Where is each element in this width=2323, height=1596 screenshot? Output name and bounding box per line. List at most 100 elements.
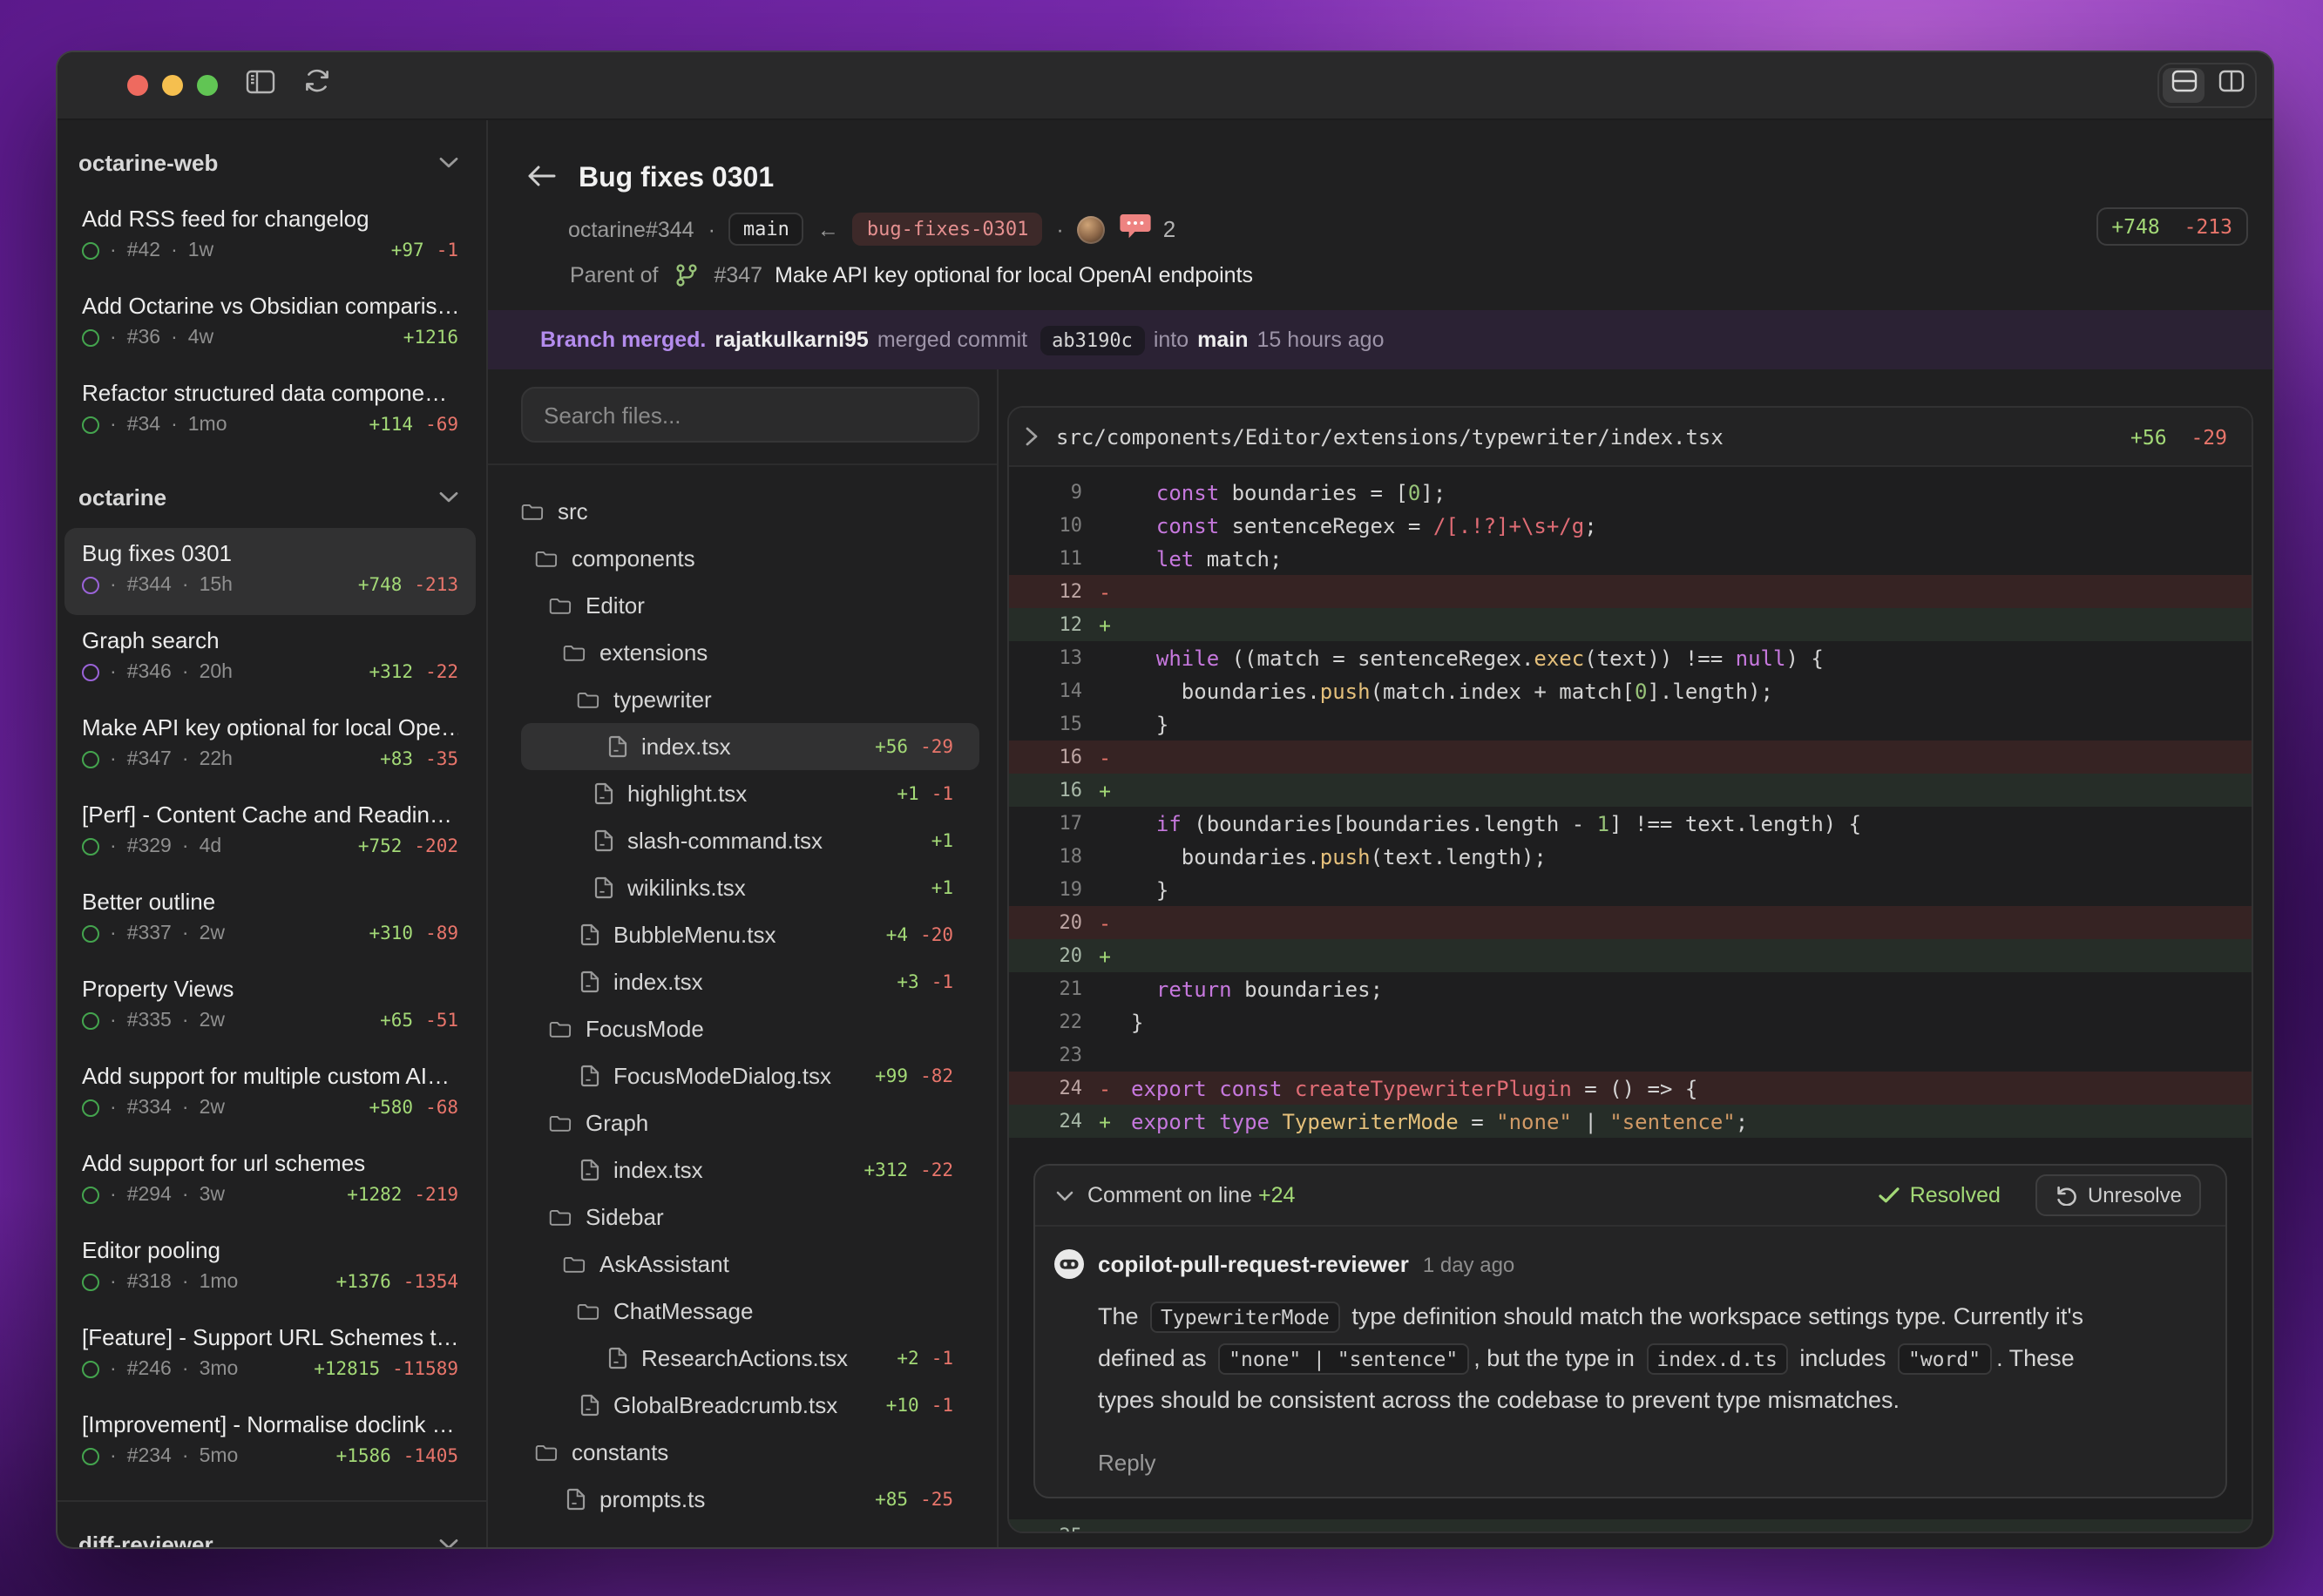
zoom-button[interactable] [197, 75, 218, 96]
file-diff-counts: +3-1 [883, 971, 953, 992]
code-token: boundaries. [1131, 844, 1320, 869]
code-token: 1 [1597, 811, 1609, 835]
pr-open-icon [82, 1099, 99, 1117]
tree-node-name: wikilinks.tsx [627, 875, 746, 901]
tree-node-name: highlight.tsx [627, 781, 747, 807]
merge-status: Branch merged. [540, 328, 706, 352]
deletions-count: -69 [425, 415, 458, 436]
sidebar-toggle-button[interactable] [246, 69, 275, 102]
pr-age: 1w [188, 240, 213, 261]
chevron-down-icon [439, 1538, 458, 1547]
diff-line: 16- [1009, 741, 2252, 774]
tree-folder-row[interactable]: typewriter [521, 676, 979, 723]
tree-folder-row[interactable]: AskAssistant [521, 1241, 979, 1288]
merged-banner: Branch merged. rajatkulkarni95 merged co… [488, 310, 2272, 369]
meta-dot: · [182, 1185, 189, 1206]
line-number: 14 [1009, 680, 1082, 702]
code-text: } [1131, 1010, 1143, 1034]
pr-title: [Improvement] - Normalise doclink … [82, 1411, 458, 1437]
tree-folder-row[interactable]: components [521, 535, 979, 582]
meta-dot: · [182, 1446, 189, 1467]
tree-file-row[interactable]: slash-command.tsx+1 [521, 817, 979, 864]
tree-folder-row[interactable]: src [521, 488, 979, 535]
tree-folder-row[interactable]: Graph [521, 1099, 979, 1146]
sidebar-section-diff-reviewer[interactable]: diff-reviewer [64, 1523, 476, 1547]
sidebar-pr-item[interactable]: Add RSS feed for changelog·#42·1w+97-1 [64, 193, 476, 281]
file-search-input[interactable] [521, 387, 979, 443]
refresh-button[interactable] [303, 68, 331, 103]
code-token: while [1156, 646, 1219, 670]
sidebar-pr-item[interactable]: Refactor structured data compone…·#34·1m… [64, 368, 476, 455]
comments-indicator[interactable]: 2 [1120, 213, 1175, 246]
sidebar-pr-item[interactable]: Bug fixes 0301·#344·15h+748-213 [64, 528, 476, 615]
sidebar-pr-item[interactable]: Add Octarine vs Obsidian comparis…·#36·4… [64, 281, 476, 368]
sidebar-pr-item[interactable]: Editor pooling·#318·1mo+1376-1354 [64, 1225, 476, 1312]
sidebar-pr-item[interactable]: Add support for multiple custom AI…·#334… [64, 1051, 476, 1138]
diff-trailing-lines: 25+ [1009, 1519, 2252, 1533]
tree-folder-row[interactable]: FocusMode [521, 1005, 979, 1052]
tree-folder-row[interactable]: ChatMessage [521, 1288, 979, 1335]
meta-dot: · [708, 217, 715, 241]
tree-file-row[interactable]: index.tsx+312-22 [521, 1146, 979, 1194]
diff-file-header[interactable]: src/components/Editor/extensions/typewri… [1009, 408, 2252, 467]
code-token [1207, 1109, 1219, 1133]
tree-file-row[interactable]: GlobalBreadcrumb.tsx+10-1 [521, 1382, 979, 1429]
pr-title: Refactor structured data compone… [82, 380, 458, 406]
additions-count: +748 [358, 575, 403, 596]
deletions-count: -29 [920, 736, 953, 757]
code-token [1131, 513, 1156, 538]
comment-text: The TypewriterMode type definition shoul… [1098, 1296, 2095, 1422]
pr-diff-badge: +748 -213 [2096, 207, 2248, 246]
merge-author: rajatkulkarni95 [715, 328, 869, 352]
parent-number[interactable]: #347 [714, 263, 762, 287]
diff-sign: + [1093, 1109, 1117, 1133]
split-horizontal-button[interactable] [2163, 68, 2204, 103]
tree-node-name: prompts.ts [599, 1486, 705, 1512]
sidebar-pr-item[interactable]: Better outline·#337·2w+310-89 [64, 876, 476, 964]
tree-folder-row[interactable]: extensions [521, 629, 979, 676]
code-token: (text.length); [1371, 844, 1547, 869]
pr-open-icon [82, 1448, 99, 1465]
tree-file-row[interactable]: index.tsx+56-29 [521, 723, 979, 770]
folder-icon [563, 1254, 586, 1275]
tree-folder-row[interactable]: Sidebar [521, 1194, 979, 1241]
sidebar-pr-item[interactable]: Graph search·#346·20h+312-22 [64, 615, 476, 702]
close-button[interactable] [127, 75, 148, 96]
stage: octarine-web Add RSS feed for changelog·#… [0, 0, 2323, 1596]
split-vertical-button[interactable] [2210, 68, 2252, 103]
tree-folder-row[interactable]: Editor [521, 582, 979, 629]
code-token: null [1736, 646, 1786, 670]
sidebar-pr-item[interactable]: Property Views·#335·2w+65-51 [64, 964, 476, 1051]
sidebar-pr-item[interactable]: [Perf] - Content Cache and Readin…·#329·… [64, 789, 476, 876]
sidebar-pr-item[interactable]: Add support for url schemes·#294·3w+1282… [64, 1138, 476, 1225]
tree-folder-row[interactable]: constants [521, 1429, 979, 1476]
sidebar-section-octarine[interactable]: octarine [64, 476, 476, 517]
tree-file-row[interactable]: index.tsx+3-1 [521, 958, 979, 1005]
window-body: octarine-web Add RSS feed for changelog·#… [58, 120, 2272, 1547]
tree-file-row[interactable]: prompts.ts+85-25 [521, 1476, 979, 1523]
minimize-button[interactable] [162, 75, 183, 96]
back-button[interactable] [528, 164, 556, 195]
code-token: boundaries = [ [1219, 480, 1408, 504]
sidebar-pr-item[interactable]: [Feature] - Support URL Schemes t…·#246·… [64, 1312, 476, 1399]
diff-area: src/components/Editor/extensions/typewri… [999, 369, 2272, 1547]
comment-header[interactable]: Comment on line +24 Resolved [1035, 1166, 2225, 1227]
tree-file-row[interactable]: highlight.tsx+1-1 [521, 770, 979, 817]
sidebar-section-octarine-web[interactable]: octarine-web [64, 141, 476, 183]
pr-title: Better outline [82, 889, 458, 915]
unresolve-button[interactable]: Unresolve [2035, 1174, 2201, 1216]
pr-meta-row: ·#318·1mo+1376-1354 [82, 1272, 458, 1293]
reply-button[interactable]: Reply [1098, 1450, 2191, 1476]
meta-dot: · [110, 415, 117, 436]
tree-file-row[interactable]: wikilinks.tsx+1 [521, 864, 979, 911]
tree-file-row[interactable]: FocusModeDialog.tsx+99-82 [521, 1052, 979, 1099]
sidebar-pr-item[interactable]: [Improvement] - Normalise doclink …·#234… [64, 1399, 476, 1486]
line-number: 20 [1009, 944, 1082, 967]
diff-sign: + [1093, 778, 1117, 802]
sidebar-toggle-icon [246, 69, 275, 102]
tree-file-row[interactable]: BubbleMenu.tsx+4-20 [521, 911, 979, 958]
tree-file-row[interactable]: ResearchActions.tsx+2-1 [521, 1335, 979, 1382]
code-token: 0 [1635, 679, 1647, 703]
chevron-down-icon [1056, 1189, 1073, 1201]
sidebar-pr-item[interactable]: Make API key optional for local Ope…·#34… [64, 702, 476, 789]
